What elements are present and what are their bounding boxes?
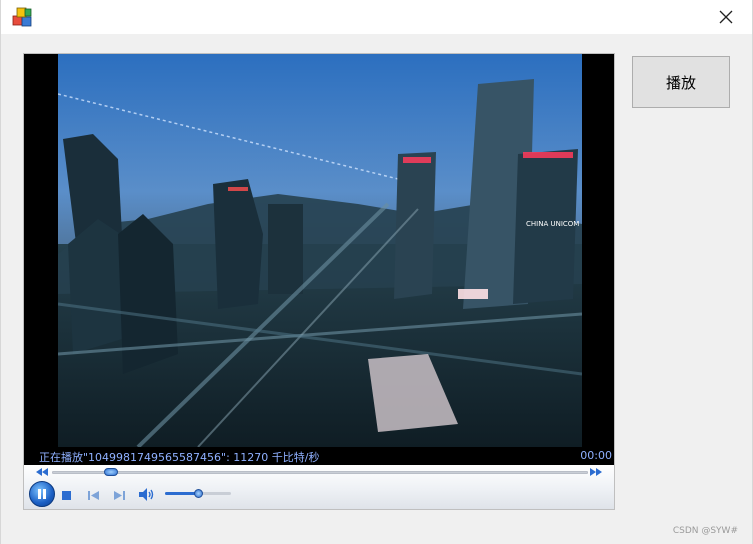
volume-thumb[interactable] — [193, 489, 203, 498]
watermark-text: CSDN @SYW# — [672, 526, 738, 536]
volume-icon[interactable] — [139, 488, 155, 501]
city-night-video-image: CHINA UNICOM — [58, 54, 582, 447]
next-icon[interactable] — [114, 491, 125, 500]
app-blocks-icon — [12, 7, 32, 27]
close-button[interactable] — [706, 2, 746, 32]
seek-thumb[interactable] — [103, 468, 118, 476]
volume-slider[interactable] — [165, 489, 231, 498]
stop-icon[interactable] — [62, 491, 71, 500]
video-overlay-text: CHINA UNICOM — [526, 220, 579, 228]
play-button[interactable]: 播放 — [632, 56, 730, 108]
video-frame: CHINA UNICOM — [58, 54, 582, 447]
app-window: CHINA UNICOM 正在播放"1049981749565587456": … — [0, 0, 753, 544]
close-icon — [719, 10, 733, 24]
previous-icon[interactable] — [88, 491, 99, 500]
elapsed-time: 00:00 — [580, 449, 612, 462]
status-bar: 正在播放"1049981749565587456": 11270 千比特/秒 0… — [24, 447, 614, 465]
now-playing-text: 正在播放"1049981749565587456": 11270 千比特/秒 — [39, 451, 320, 464]
fast-forward-icon[interactable] — [590, 468, 602, 476]
seek-bar[interactable] — [52, 468, 588, 476]
title-bar[interactable] — [1, 0, 752, 34]
media-player: CHINA UNICOM 正在播放"1049981749565587456": … — [23, 53, 615, 510]
rewind-icon[interactable] — [36, 468, 48, 476]
video-display[interactable]: CHINA UNICOM — [24, 54, 614, 447]
pause-icon — [38, 489, 46, 499]
player-controls — [24, 465, 614, 509]
play-pause-button[interactable] — [29, 481, 55, 507]
